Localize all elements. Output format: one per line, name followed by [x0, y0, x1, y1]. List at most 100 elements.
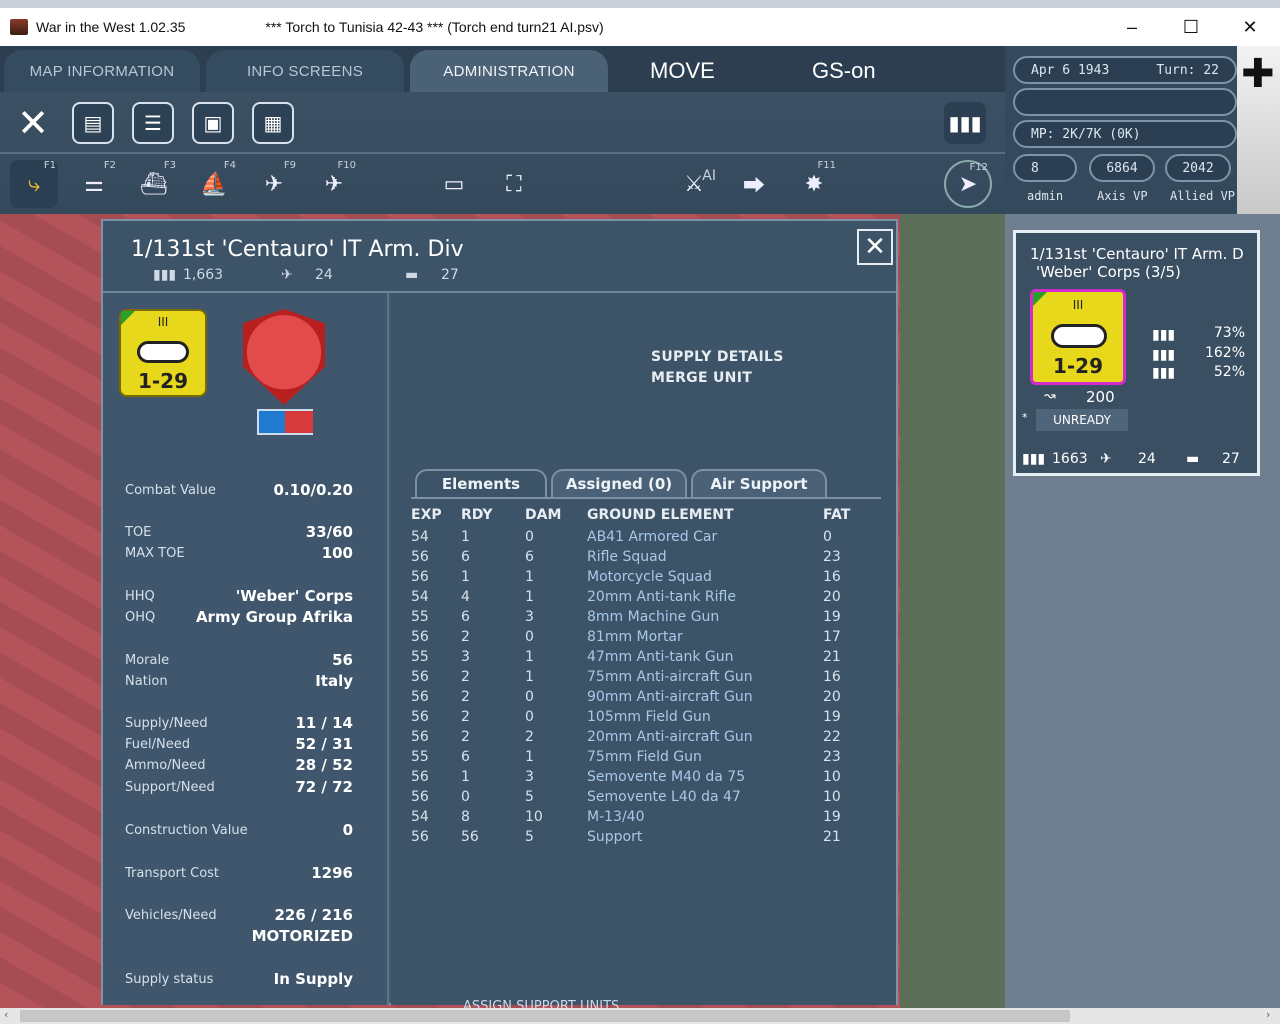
amphibious-icon[interactable]: ⛵ F4	[190, 160, 238, 208]
select-box-icon[interactable]: ▭	[430, 160, 478, 208]
close-panel-button[interactable]: ✕	[857, 229, 893, 265]
axis-vp-label: Axis VP	[1097, 189, 1148, 203]
scrollbar-thumb[interactable]	[20, 1010, 1070, 1022]
tab-administration[interactable]: ADMINISTRATION	[410, 50, 608, 92]
gun-icon: ✈	[281, 267, 293, 283]
cell-element-name[interactable]: Semovente M40 da 75	[587, 769, 745, 785]
cell-dam: 10	[525, 809, 543, 825]
unit-list-icon[interactable]: ▤	[72, 102, 114, 144]
save-icon[interactable]: ▣	[192, 102, 234, 144]
table-row[interactable]: 56 6 6 Rifle Squad 23	[391, 549, 851, 569]
cell-exp: 56	[411, 769, 429, 785]
cell-fat: 23	[823, 549, 841, 565]
end-turn-icon[interactable]: ➤ F12	[944, 160, 992, 208]
cell-element-name[interactable]: M-13/40	[587, 809, 644, 825]
table-row[interactable]: 55 3 1 47mm Anti-tank Gun 21	[391, 649, 851, 669]
cell-element-name[interactable]: 8mm Machine Gun	[587, 609, 719, 625]
table-row[interactable]: 55 6 3 8mm Machine Gun 19	[391, 609, 851, 629]
naval-transport-icon[interactable]: ⛴ F3	[130, 160, 178, 208]
men-count: 1,663	[183, 267, 224, 283]
map-terrain-strip[interactable]	[900, 214, 1010, 1008]
oob-grid-icon[interactable]: ▦	[252, 102, 294, 144]
gun-count: 24	[315, 267, 333, 283]
cell-element-name[interactable]: 47mm Anti-tank Gun	[587, 649, 734, 665]
map-horizontal-scrollbar[interactable]: ‹ ›	[0, 1008, 1280, 1024]
scenario-title: *** Torch to Tunisia 42-43 *** (Torch en…	[265, 19, 604, 35]
end-move-icon[interactable]: ⮕	[730, 160, 778, 208]
ai-attack-icon[interactable]: ⚔ AI	[670, 160, 718, 208]
cell-element-name[interactable]: Rifle Squad	[587, 549, 667, 565]
cell-element-name[interactable]: Semovente L40 da 47	[587, 789, 741, 805]
cell-element-name[interactable]: Motorcycle Squad	[587, 569, 712, 585]
minimize-icon[interactable]: –	[1103, 8, 1161, 46]
mini-unit-counter[interactable]: III 1-29	[1030, 289, 1126, 385]
table-row[interactable]: 56 2 0 81mm Mortar 17	[391, 629, 851, 649]
cell-rdy: 1	[461, 569, 470, 585]
table-row[interactable]: 56 1 3 Semovente M40 da 75 10	[391, 769, 851, 789]
cell-element-name[interactable]: 20mm Anti-aircraft Gun	[587, 729, 753, 745]
cell-exp: 56	[411, 729, 429, 745]
merge-unit-link[interactable]: MERGE UNIT	[651, 370, 752, 386]
tab-assigned[interactable]: Assigned (0)	[551, 469, 687, 497]
table-row[interactable]: 56 2 1 75mm Anti-aircraft Gun 16	[391, 669, 851, 689]
table-row[interactable]: 56 56 5 Support 21	[391, 829, 851, 849]
table-row[interactable]: 56 1 1 Motorcycle Squad 16	[391, 569, 851, 589]
app-title: War in the West 1.02.35	[36, 19, 186, 35]
scroll-left-icon[interactable]: ‹	[4, 1008, 8, 1021]
cell-element-name[interactable]: 105mm Field Gun	[587, 709, 711, 725]
mode-gs[interactable]: GS-on	[812, 58, 876, 84]
zoom-select-icon[interactable]: ⛶	[490, 160, 538, 208]
cell-dam: 1	[525, 589, 534, 605]
scroll-right-icon[interactable]: ›	[1266, 1008, 1270, 1021]
tab-info-screens[interactable]: INFO SCREENS	[206, 50, 404, 92]
cell-exp: 56	[411, 669, 429, 685]
table-row[interactable]: 56 2 2 20mm Anti-aircraft Gun 22	[391, 729, 851, 749]
mini-tank-icon: ▬	[1186, 451, 1200, 467]
table-row[interactable]: 54 1 0 AB41 Armored Car 0	[391, 529, 851, 549]
cell-rdy: 4	[461, 589, 470, 605]
field-value: 1296	[311, 864, 353, 882]
table-row[interactable]: 55 6 1 75mm Field Gun 23	[391, 749, 851, 769]
cell-element-name[interactable]: 75mm Field Gun	[587, 749, 702, 765]
air-drop-icon[interactable]: ✈ F9	[250, 160, 298, 208]
field-label: Construction Value	[125, 823, 248, 838]
field-label: Support/Need	[125, 780, 215, 795]
mode-move[interactable]: MOVE	[650, 58, 715, 84]
tab-air-support[interactable]: Air Support	[691, 469, 827, 497]
hhq-link[interactable]: 'Weber' Corps	[236, 587, 353, 605]
ohq-link[interactable]: Army Group Afrika	[196, 608, 353, 626]
cell-element-name[interactable]: 20mm Anti-tank Rifle	[587, 589, 736, 605]
field-label: Morale	[125, 653, 170, 668]
formation-icon[interactable]: ▮▮▮	[944, 102, 986, 144]
cell-element-name[interactable]: Support	[587, 829, 642, 845]
air-mission-icon[interactable]: ✈ F10	[310, 160, 358, 208]
supply-details-link[interactable]: SUPPLY DETAILS	[651, 349, 784, 365]
tab-elements[interactable]: Elements	[415, 469, 547, 497]
report-list-icon[interactable]: ☰	[132, 102, 174, 144]
table-row[interactable]: 54 4 1 20mm Anti-tank Rifle 20	[391, 589, 851, 609]
admin-value: 8	[1031, 160, 1039, 176]
cancel-x-icon[interactable]: ✕	[12, 101, 54, 145]
cell-element-name[interactable]: 90mm Anti-aircraft Gun	[587, 689, 753, 705]
table-row[interactable]: 56 2 0 105mm Field Gun 19	[391, 709, 851, 729]
toe-bar-icon: ▮▮▮	[1152, 327, 1176, 343]
unit-counter[interactable]: III 1-29	[119, 309, 207, 397]
cell-element-name[interactable]: 75mm Anti-aircraft Gun	[587, 669, 753, 685]
rail-mode-icon[interactable]: ⚌ F2	[70, 160, 118, 208]
field-value: 52 / 31	[295, 735, 353, 753]
table-row[interactable]: 56 0 5 Semovente L40 da 47 10	[391, 789, 851, 809]
table-row[interactable]: 56 2 0 90mm Anti-aircraft Gun 20	[391, 689, 851, 709]
allied-vp-pill: 2042	[1165, 154, 1231, 182]
air-attack-icon[interactable]: ✸ F11	[790, 160, 838, 208]
cell-element-name[interactable]: AB41 Armored Car	[587, 529, 717, 545]
mini-counter-value: 1-29	[1052, 354, 1104, 378]
maximize-icon[interactable]: ☐	[1162, 8, 1220, 46]
move-mode-icon[interactable]: ⤷ F1	[10, 160, 58, 208]
cell-element-name[interactable]: 81mm Mortar	[587, 629, 683, 645]
admin-label: admin	[1027, 189, 1064, 203]
mini-afv: 27	[1222, 451, 1240, 467]
table-row[interactable]: 54 8 10 M-13/40 19	[391, 809, 851, 829]
tab-map-information[interactable]: MAP INFORMATION	[4, 50, 200, 92]
close-window-icon[interactable]: ✕	[1221, 8, 1279, 46]
cell-exp: 56	[411, 789, 429, 805]
